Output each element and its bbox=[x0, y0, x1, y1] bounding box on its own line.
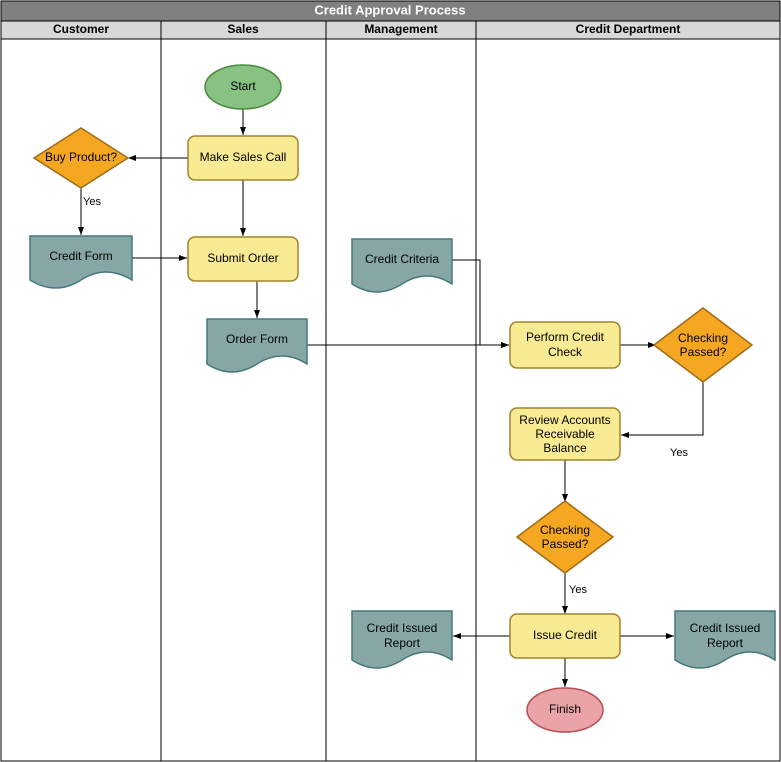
flowchart: Credit Approval Process Customer Sales M… bbox=[0, 0, 781, 762]
node-checking-passed-1: Checking Passed? bbox=[654, 308, 752, 382]
node-make-sales-call: Make Sales Call bbox=[188, 136, 298, 180]
edge-yes-2: Yes bbox=[670, 447, 688, 459]
node-review-ar: Review Accounts Receivable Balance bbox=[510, 408, 620, 460]
svg-text:Review Accounts: Review Accounts bbox=[519, 413, 610, 427]
node-perform-credit-check: Perform Credit Check bbox=[510, 322, 620, 368]
svg-text:Checking: Checking bbox=[678, 331, 728, 345]
title-text: Credit Approval Process bbox=[314, 2, 465, 17]
svg-text:Start: Start bbox=[230, 79, 256, 93]
edges: Yes Yes Yes bbox=[81, 108, 703, 687]
svg-text:Passed?: Passed? bbox=[680, 345, 727, 359]
svg-text:Order Form: Order Form bbox=[226, 332, 288, 346]
node-finish: Finish bbox=[527, 688, 603, 732]
svg-text:Check: Check bbox=[548, 345, 583, 359]
edge-yes-3: Yes bbox=[569, 584, 587, 596]
svg-text:Checking: Checking bbox=[540, 523, 590, 537]
svg-text:Report: Report bbox=[384, 636, 421, 650]
lane-sales-label: Sales bbox=[227, 22, 259, 36]
svg-text:Credit Issued: Credit Issued bbox=[367, 621, 438, 635]
lane-credit-label: Credit Department bbox=[576, 22, 681, 36]
node-credit-report-left: Credit Issued Report bbox=[352, 611, 452, 668]
svg-text:Issue Credit: Issue Credit bbox=[533, 628, 598, 642]
node-credit-report-right: Credit Issued Report bbox=[675, 611, 775, 668]
lane-management-label: Management bbox=[364, 22, 437, 36]
lane-headers: Customer Sales Management Credit Departm… bbox=[1, 21, 780, 39]
svg-text:Make Sales Call: Make Sales Call bbox=[200, 150, 287, 164]
svg-text:Credit Criteria: Credit Criteria bbox=[365, 252, 439, 266]
node-checking-passed-2: Checking Passed? bbox=[517, 501, 613, 573]
node-submit-order: Submit Order bbox=[188, 237, 298, 281]
edge-yes-1: Yes bbox=[83, 196, 101, 208]
svg-text:Credit Issued: Credit Issued bbox=[690, 621, 761, 635]
svg-text:Balance: Balance bbox=[543, 441, 587, 455]
svg-text:Finish: Finish bbox=[549, 702, 581, 716]
node-buy-product: Buy Product? bbox=[34, 128, 128, 188]
node-credit-form: Credit Form bbox=[30, 236, 132, 288]
node-credit-criteria: Credit Criteria bbox=[352, 239, 452, 292]
svg-text:Credit Form: Credit Form bbox=[49, 249, 112, 263]
svg-text:Receivable: Receivable bbox=[535, 427, 595, 441]
node-order-form: Order Form bbox=[207, 319, 307, 372]
svg-text:Report: Report bbox=[707, 636, 744, 650]
lane-customer-label: Customer bbox=[53, 22, 109, 36]
node-issue-credit: Issue Credit bbox=[510, 614, 620, 658]
svg-text:Buy Product?: Buy Product? bbox=[45, 150, 117, 164]
svg-text:Perform Credit: Perform Credit bbox=[526, 330, 605, 344]
svg-text:Passed?: Passed? bbox=[542, 537, 589, 551]
svg-text:Submit Order: Submit Order bbox=[207, 251, 278, 265]
node-start: Start bbox=[205, 65, 281, 109]
